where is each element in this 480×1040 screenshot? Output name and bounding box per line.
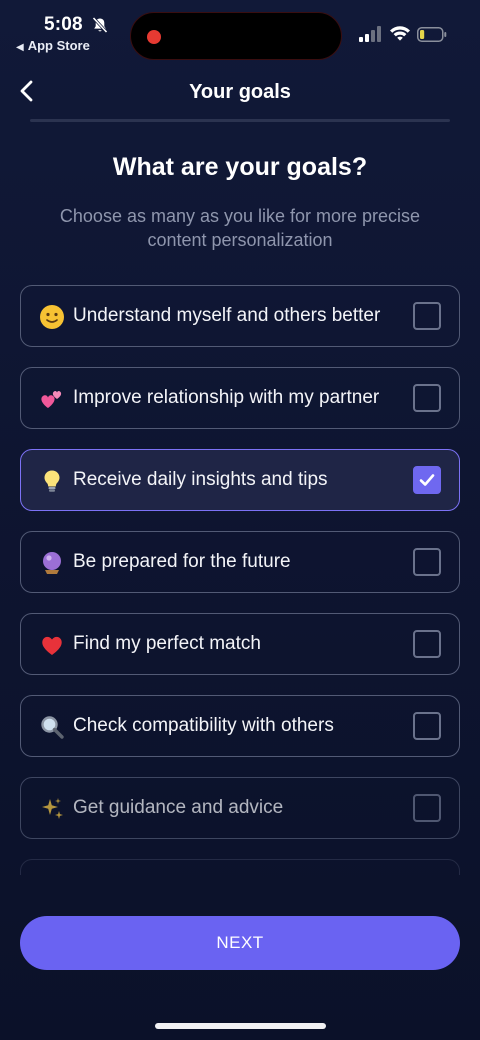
cellular-signal-icon: [359, 26, 381, 42]
goal-option-understand-myself[interactable]: Understand myself and others better: [20, 285, 460, 347]
header-title: Your goals: [189, 81, 291, 103]
recording-dot-icon: [147, 30, 161, 44]
goal-option-prepared-future[interactable]: Be prepared for the future: [20, 531, 460, 593]
back-triangle-icon: ◀: [16, 42, 24, 53]
dynamic-island: [130, 12, 342, 60]
goal-checkbox[interactable]: [413, 548, 441, 576]
goal-label: Get guidance and advice: [73, 797, 284, 818]
goals-list[interactable]: Understand myself and others better Impr…: [20, 285, 460, 875]
goal-checkbox[interactable]: [413, 302, 441, 330]
goal-option-guidance-advice[interactable]: Get guidance and advice: [20, 777, 460, 839]
crystal-ball-icon: [43, 552, 61, 574]
next-button[interactable]: NEXT: [20, 916, 460, 970]
back-app-label: App Store: [27, 38, 90, 53]
slightly-smiling-face-icon: [40, 305, 64, 329]
nav-header: Your goals: [0, 70, 480, 116]
goal-label: Understand myself and others better: [73, 305, 381, 326]
goal-option-perfect-match[interactable]: Find my perfect match: [20, 613, 460, 675]
magnifying-glass-icon: [41, 716, 64, 739]
goal-label: Improve relationship with my partner: [73, 387, 380, 408]
wifi-icon: [390, 26, 410, 41]
light-bulb-icon: [44, 470, 60, 492]
bell-slash-icon: [92, 16, 108, 34]
goal-checkbox[interactable]: [413, 630, 441, 658]
goal-label: Find my perfect match: [73, 633, 261, 654]
goal-option-daily-insights[interactable]: Receive daily insights and tips: [20, 449, 460, 511]
goal-option-improve-relationship[interactable]: Improve relationship with my partner: [20, 367, 460, 429]
header-divider: [30, 119, 450, 122]
goal-label: Check compatibility with others: [73, 715, 334, 736]
status-bar: 5:08 ◀ App Store: [0, 0, 480, 62]
battery-icon: [417, 27, 447, 42]
page-title: What are your goals?: [112, 153, 368, 181]
sparkles-icon: [42, 798, 63, 819]
goal-option-partially-visible[interactable]: [20, 859, 460, 875]
goal-checkbox[interactable]: [413, 794, 441, 822]
back-to-app-store-link[interactable]: ◀ App Store: [16, 38, 90, 53]
two-hearts-icon: [41, 391, 62, 408]
red-heart-icon: [42, 636, 62, 655]
status-time: 5:08: [44, 14, 83, 35]
checkmark-icon: [419, 474, 435, 486]
goal-checkbox-checked[interactable]: [413, 466, 441, 494]
page-subtitle: Choose as many as you like for more prec…: [59, 206, 421, 250]
goal-label: Receive daily insights and tips: [73, 469, 328, 490]
goal-checkbox[interactable]: [413, 384, 441, 412]
goal-option-check-compatibility[interactable]: Check compatibility with others: [20, 695, 460, 757]
goal-checkbox[interactable]: [413, 712, 441, 740]
goal-label: Be prepared for the future: [73, 551, 291, 572]
home-indicator[interactable]: [155, 1023, 326, 1029]
